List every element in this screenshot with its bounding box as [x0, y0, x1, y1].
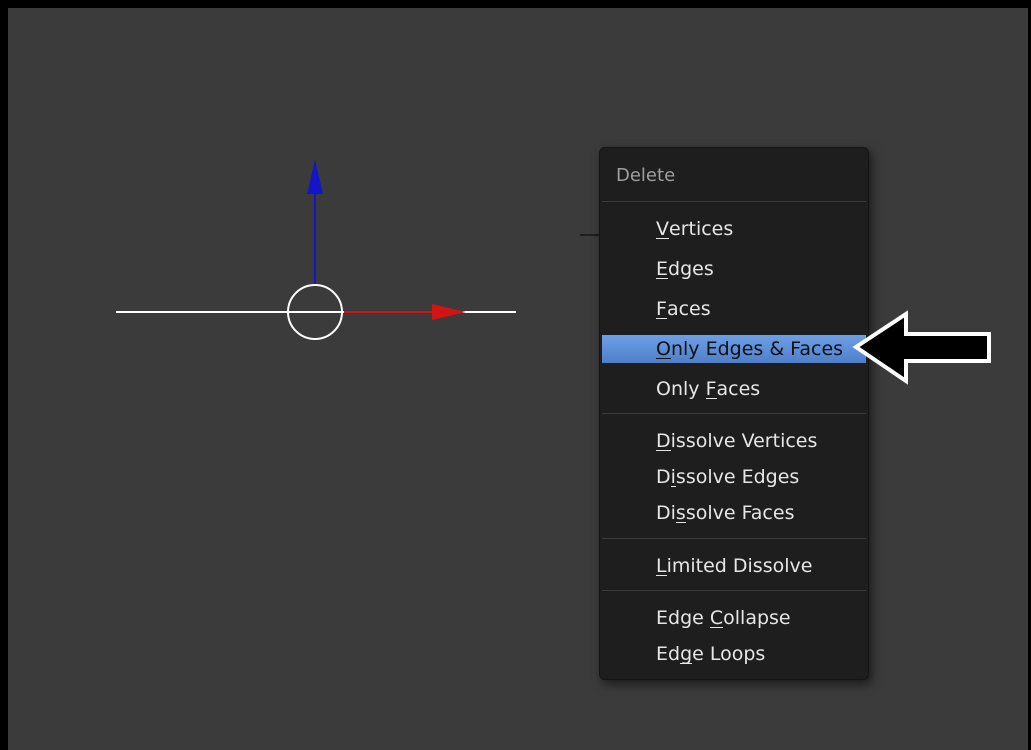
annotation-overlay [852, 310, 991, 385]
screenshot-frame: Delete Vertices Edges Faces Only Edges &… [0, 0, 1031, 750]
3d-viewport[interactable]: Delete Vertices Edges Faces Only Edges &… [8, 8, 1028, 750]
pointer-arrow-icon [852, 310, 991, 385]
